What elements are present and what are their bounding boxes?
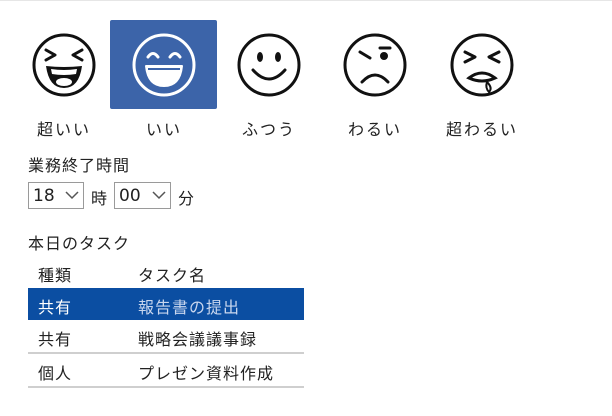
hour-select[interactable]: 18: [28, 182, 84, 209]
top-border: [0, 0, 612, 1]
frowning-face-icon: [343, 33, 407, 97]
hour-value: 18: [33, 185, 55, 206]
table-row[interactable]: 共有 戦略会議議事録: [28, 320, 304, 354]
minute-unit-label: 分: [178, 189, 195, 208]
mood-option-super-bad[interactable]: 超わるい: [428, 20, 536, 139]
hour-unit-label: 時: [91, 189, 108, 208]
mood-selector: 超いい いい ふつう わるい 超わるい: [10, 20, 570, 140]
task-list-title: 本日のタスク: [28, 234, 131, 253]
task-type: 共有: [38, 330, 73, 349]
minute-select[interactable]: 00: [114, 182, 171, 209]
mood-option-good[interactable]: いい: [110, 20, 218, 139]
table-row[interactable]: 個人 プレゼン資料作成: [28, 354, 304, 388]
task-name: プレゼン資料作成: [138, 364, 275, 383]
end-time-title: 業務終了時間: [28, 156, 131, 175]
mood-option-bad[interactable]: わるい: [321, 20, 429, 139]
column-header-task-name: タスク名: [138, 266, 207, 285]
mood-label: いい: [145, 120, 182, 139]
mood-label: ふつう: [241, 120, 296, 139]
mood-label: 超いい: [36, 120, 91, 139]
table-header: 種類 タスク名: [28, 258, 304, 288]
mood-option-super-good[interactable]: 超いい: [10, 20, 118, 139]
grinning-face-icon: [132, 33, 196, 97]
chevron-down-icon: [65, 191, 79, 200]
task-name: 報告書の提出: [138, 298, 241, 317]
smiling-face-icon: [237, 33, 301, 97]
mood-label: 超わるい: [445, 120, 518, 139]
mood-label: わるい: [347, 120, 402, 139]
task-type: 個人: [38, 364, 73, 383]
task-name: 戦略会議議事録: [138, 330, 258, 349]
mood-option-normal[interactable]: ふつう: [215, 20, 323, 139]
task-type: 共有: [38, 298, 73, 317]
minute-value: 00: [119, 185, 141, 206]
crying-face-icon: [450, 33, 514, 97]
table-row[interactable]: 共有 報告書の提出: [28, 288, 304, 320]
column-header-type: 種類: [38, 266, 73, 285]
laughing-face-icon: [32, 33, 96, 97]
task-table: 種類 タスク名 共有 報告書の提出 共有 戦略会議議事録 個人 プレゼン資料作成: [28, 258, 304, 388]
chevron-down-icon: [152, 191, 166, 200]
